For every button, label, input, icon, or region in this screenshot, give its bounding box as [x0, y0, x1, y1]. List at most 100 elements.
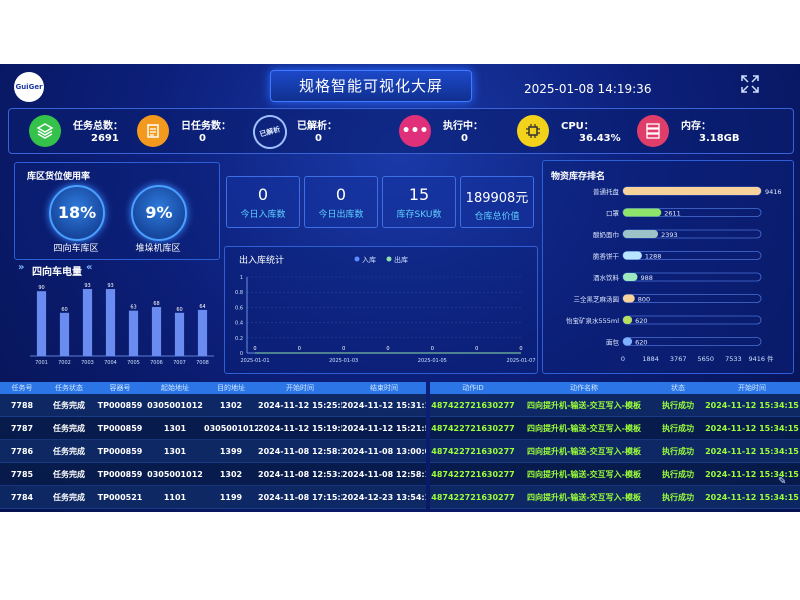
column-header[interactable]: 任务状态 — [44, 383, 94, 393]
table-row[interactable]: 7788 任务完成 TP000859 0305001012 1302 2024-11-12… — [0, 394, 426, 417]
bar — [151, 307, 162, 356]
table-row[interactable]: 7785 任务完成 TP000859 0305001012 1302 2024-11-08… — [0, 463, 426, 486]
cpu-icon — [517, 115, 549, 147]
tick-label: 2025-01-01 — [240, 358, 269, 364]
task-table: 任务号 任务状态 容器号 起始地址 目的地址 开始时间 结束时间 7788 任务完成 TP000… — [0, 382, 426, 512]
inout-panel: 出入库统计 入库 出库 0 0.2 0.4 0.6 0.8 1 0 0 0 0 0 0 0 2025-01-0… — [224, 246, 538, 374]
table-cell: 任务完成 — [53, 469, 85, 479]
datetime: 2025-01-08 14:19:36 — [524, 82, 652, 96]
table-row[interactable]: 487422721630277 四向提升机-输送-交互写入-模板 执行成功 2024-… — [430, 417, 800, 440]
data-label: 63 — [130, 305, 136, 311]
table-cell: 执行成功 — [662, 469, 694, 479]
table-cell: 四向提升机-输送-交互写入-模板 — [527, 423, 641, 433]
tick-label: 5650 — [698, 355, 715, 363]
tick-label: 0.4 — [235, 321, 243, 327]
stat-value: 189908元 — [465, 191, 529, 206]
kpi-bar: 任务总数： 2691 日任务数： 0 已解析 已解析： 0 ••• 执行中： 0… — [8, 108, 794, 154]
kpi-label: 内存： — [681, 121, 711, 132]
tick-label: 1884 — [642, 355, 659, 363]
column-header[interactable]: 目的地址 — [204, 383, 258, 393]
category-label: 酒水饮料 — [593, 273, 620, 282]
table-cell: 2024-11-12 15:34:15 — [705, 400, 799, 410]
usage-ring: 9% — [131, 185, 187, 241]
kpi-label: 已解析： — [297, 121, 337, 132]
data-label: 0 — [519, 346, 522, 352]
data-label: 988 — [640, 274, 652, 282]
table-row[interactable]: 487422721630277 四向提升机-输送-交互写入-模板 执行成功 2024-… — [430, 394, 800, 417]
data-label: 1288 — [645, 253, 662, 261]
data-label: 93 — [107, 283, 113, 289]
column-header[interactable]: 开始时间 — [258, 383, 342, 393]
table-cell: 7784 — [10, 492, 34, 502]
stat-label: 库存SKU数 — [396, 210, 442, 220]
tick-label: 2025-01-03 — [329, 358, 358, 364]
pencil-icon[interactable]: ✎ — [778, 476, 786, 487]
column-header[interactable]: 动作名称 — [516, 383, 652, 393]
column-header[interactable]: 起始地址 — [146, 383, 204, 393]
table-row[interactable]: 7787 任务完成 TP000859 1301 0305001012 2024-11-12… — [0, 417, 426, 440]
table-cell: 四向提升机-输送-交互写入-模板 — [527, 446, 641, 456]
column-header[interactable]: 结束时间 — [342, 383, 426, 393]
battery-panel: » 四向车电量 « 90 7001 60 7002 93 7003 93 7004 63 7005… — [14, 262, 218, 370]
kpi-value: 2691 — [91, 133, 119, 144]
data-label: 0 — [431, 346, 434, 352]
action-table-header: 动作ID 动作名称 状态 开始时间 — [430, 382, 800, 394]
table-cell: 四向提升机-输送-交互写入-模板 — [527, 469, 641, 479]
fullscreen-icon[interactable] — [740, 74, 760, 94]
table-row[interactable]: 487422721630277 四向提升机-输送-交互写入-模板 执行成功 2024-… — [430, 440, 800, 463]
table-row[interactable]: 487422721630277 四向提升机-输送-交互写入-模板 执行成功 2024-… — [430, 486, 800, 509]
tick-label: 7005 — [127, 360, 140, 366]
table-cell: 0305001012 — [204, 423, 258, 433]
column-header[interactable]: 开始时间 — [704, 383, 800, 393]
data-label: 93 — [84, 283, 90, 289]
stat-label: 仓库总价值 — [474, 212, 520, 222]
tick-label: 7533 — [725, 355, 742, 363]
tick-label: 0.6 — [235, 305, 243, 311]
bar — [36, 291, 47, 356]
table-cell: 1302 — [219, 469, 243, 479]
table-row[interactable]: 7784 任务完成 TP000521 1101 1199 2024-11-08 17:15… — [0, 486, 426, 509]
table-cell: 0305001012 — [147, 469, 203, 479]
category-label: 面包 — [606, 338, 620, 347]
legend-label: 出库 — [394, 255, 408, 264]
table-cell: 7787 — [10, 423, 34, 433]
table-cell: 2024-11-12 15:19:55 — [258, 423, 342, 433]
data-label: 0 — [342, 346, 345, 352]
table-row[interactable]: 7786 任务完成 TP000859 1301 1399 2024-11-08 12:58… — [0, 440, 426, 463]
data-label: 60 — [176, 307, 182, 313]
table-cell: 执行成功 — [662, 423, 694, 433]
bar — [174, 312, 185, 356]
legend-marker — [354, 256, 360, 262]
table-cell: 2024-11-12 15:34:15 — [705, 423, 799, 433]
column-header[interactable]: 容器号 — [94, 383, 146, 393]
data-label: 60 — [61, 307, 67, 313]
battery-chart: 90 7001 60 7002 93 7003 93 7004 63 7005 68 7006 60 70… — [30, 283, 214, 366]
table-cell: 1301 — [163, 423, 187, 433]
tick-label: 0 — [240, 351, 243, 357]
kpi-value: 0 — [461, 133, 468, 144]
table-row[interactable]: 487422721630277 四向提升机-输送-交互写入-模板 执行成功 2024-… — [430, 463, 800, 486]
category-label: 怡宝矿泉水555ml — [566, 316, 619, 325]
stat-value: 15 — [408, 185, 430, 204]
action-table-body: 487422721630277 四向提升机-输送-交互写入-模板 执行成功 2024-… — [430, 394, 800, 509]
kpi-value: 3.18GB — [699, 133, 740, 144]
table-cell: 2024-11-08 13:00:03 — [342, 446, 426, 456]
table-cell: 0305001012 — [147, 400, 203, 410]
column-header[interactable]: 状态 — [652, 383, 704, 393]
table-cell: 2024-11-08 12:53:36 — [258, 469, 342, 479]
tick-label: 7008 — [196, 360, 209, 366]
column-header[interactable]: 动作ID — [430, 383, 516, 393]
table-cell: 执行成功 — [662, 446, 694, 456]
logo: GuiGer — [14, 72, 44, 102]
stat-box: 0 今日出库数 — [304, 176, 378, 228]
dashboard-screen: GuiGer 规格智能可视化大屏 2025-01-08 14:19:36 任务总… — [0, 64, 800, 512]
stat-box: 189908元 仓库总价值 — [460, 176, 534, 228]
tick-label: 7004 — [104, 360, 117, 366]
battery-title-arrows-right: « — [86, 262, 93, 273]
category-label: 口罩 — [606, 210, 620, 218]
table-cell: TP000521 — [97, 492, 143, 502]
table-cell: 2024-11-12 15:34:15 — [705, 446, 799, 456]
legend-marker — [386, 256, 392, 262]
column-header[interactable]: 任务号 — [0, 383, 44, 393]
more-icon: ••• — [399, 115, 431, 147]
